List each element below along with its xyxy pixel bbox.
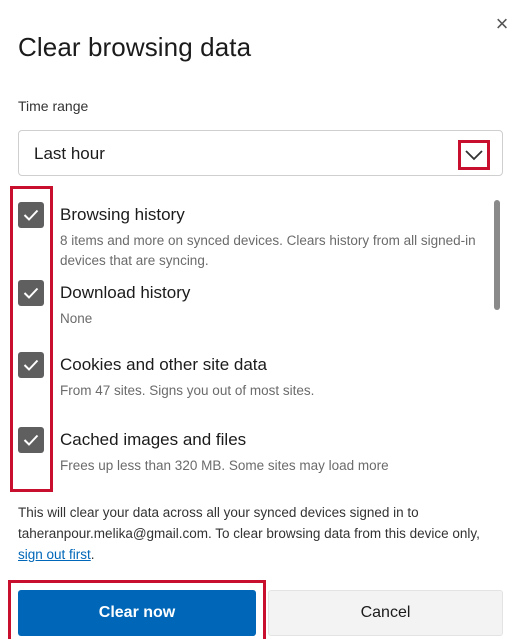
clear-now-button[interactable]: Clear now bbox=[18, 590, 256, 636]
option-description: 8 items and more on synced devices. Clea… bbox=[60, 233, 476, 268]
chevron-down-icon[interactable] bbox=[458, 140, 490, 170]
chevron-down-svg bbox=[465, 150, 483, 161]
option-title: Browsing history bbox=[60, 205, 185, 224]
sign-out-first-link[interactable]: sign out first bbox=[18, 547, 91, 562]
browsing-history-checkbox[interactable] bbox=[18, 202, 44, 228]
cookies-checkbox[interactable] bbox=[18, 352, 44, 378]
option-description: From 47 sites. Signs you out of most sit… bbox=[60, 383, 315, 398]
checkmark-icon bbox=[23, 209, 39, 221]
option-title: Cookies and other site data bbox=[60, 355, 267, 374]
checkmark-icon bbox=[23, 434, 39, 446]
dialog-title: Clear browsing data bbox=[18, 32, 252, 62]
clear-browsing-data-dialog: Clear browsing data × Time range Last ho… bbox=[0, 0, 513, 639]
close-icon[interactable]: × bbox=[492, 12, 512, 36]
option-description: Frees up less than 320 MB. Some sites ma… bbox=[60, 458, 389, 473]
scrollbar-thumb[interactable] bbox=[494, 200, 500, 310]
sync-notice-end: . bbox=[90, 547, 95, 562]
time-range-label: Time range bbox=[18, 98, 89, 114]
time-range-value: Last hour bbox=[34, 144, 105, 163]
option-title: Download history bbox=[60, 283, 191, 302]
cancel-button[interactable]: Cancel bbox=[268, 590, 503, 636]
option-title: Cached images and files bbox=[60, 430, 247, 449]
time-range-select[interactable]: Last hour bbox=[18, 130, 503, 176]
download-history-checkbox[interactable] bbox=[18, 280, 44, 306]
sync-notice-text: This will clear your data across all you… bbox=[18, 505, 480, 541]
checkmark-icon bbox=[23, 359, 39, 371]
sync-notice: This will clear your data across all you… bbox=[18, 502, 503, 565]
option-description: None bbox=[60, 311, 93, 326]
checkmark-icon bbox=[23, 287, 39, 299]
cached-images-checkbox[interactable] bbox=[18, 427, 44, 453]
